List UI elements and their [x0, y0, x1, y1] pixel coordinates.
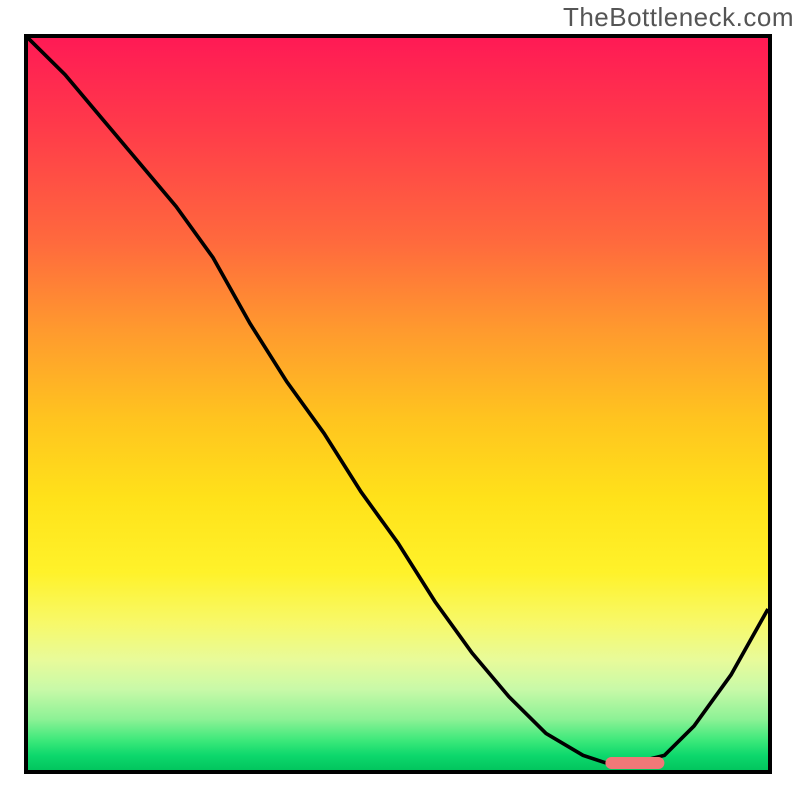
plot-area [24, 34, 772, 774]
watermark: TheBottleneck.com [563, 2, 794, 33]
chart-frame: TheBottleneck.com [0, 0, 800, 800]
bottleneck-curve [28, 38, 768, 770]
plot-inner [28, 38, 768, 770]
optimal-range-marker [605, 757, 664, 769]
